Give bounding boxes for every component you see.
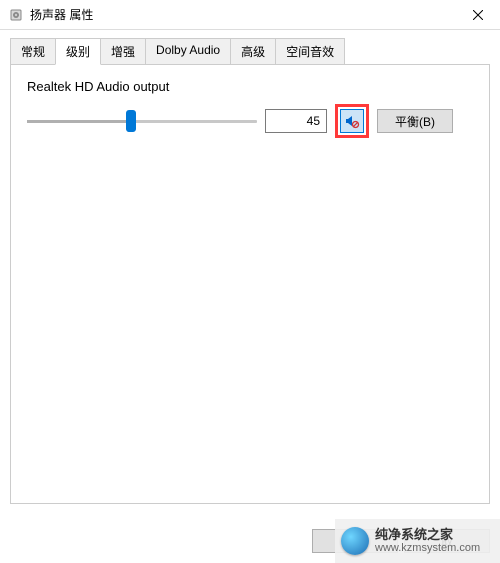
slider-track [27,120,257,123]
device-label: Realtek HD Audio output [27,79,473,94]
window-title: 扬声器 属性 [30,6,455,23]
watermark-url: www.kzmsystem.com [375,542,480,555]
watermark-logo-icon [341,527,369,555]
dialog-body: 常规 级别 增强 Dolby Audio 高级 空间音效 Realtek HD … [0,30,500,504]
tab-levels[interactable]: 级别 [55,38,101,65]
mute-button[interactable] [340,109,364,133]
watermark: 纯净系统之家 www.kzmsystem.com [335,519,500,563]
balance-button[interactable]: 平衡(B) [377,109,453,133]
tab-content-levels: Realtek HD Audio output 平衡(B) [10,64,490,504]
volume-value-input[interactable] [265,109,327,133]
slider-thumb[interactable] [126,110,136,132]
tab-dolby-audio[interactable]: Dolby Audio [145,38,231,64]
level-controls: 平衡(B) [27,104,473,138]
tab-enhancements[interactable]: 增强 [100,38,146,64]
speaker-icon [8,7,24,23]
speaker-mute-icon [344,113,360,129]
titlebar: 扬声器 属性 [0,0,500,30]
tab-general[interactable]: 常规 [10,38,56,64]
volume-slider[interactable] [27,109,257,133]
close-icon [473,10,483,20]
watermark-title: 纯净系统之家 [375,527,480,543]
slider-fill [27,120,131,123]
tab-advanced[interactable]: 高级 [230,38,276,64]
tab-spatial-sound[interactable]: 空间音效 [275,38,345,64]
watermark-text: 纯净系统之家 www.kzmsystem.com [375,527,480,556]
mute-highlight [335,104,369,138]
tab-strip: 常规 级别 增强 Dolby Audio 高级 空间音效 [10,38,490,64]
close-button[interactable] [455,0,500,30]
